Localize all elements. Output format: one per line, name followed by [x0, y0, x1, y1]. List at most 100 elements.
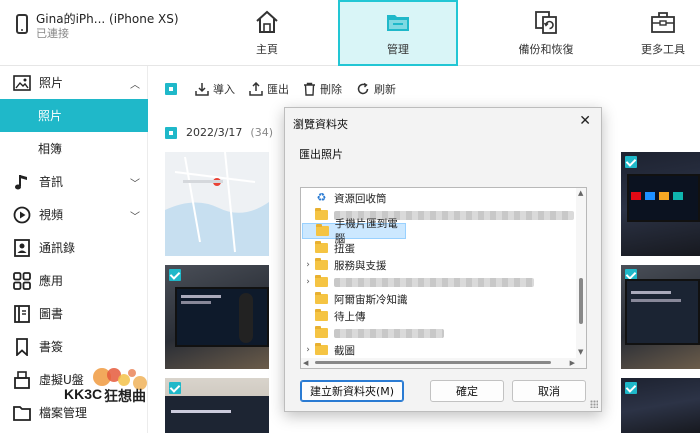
delete-label: 刪除	[320, 83, 342, 96]
scroll-left-icon[interactable]: ◀	[303, 359, 308, 367]
tab-tools-label: 更多工具	[641, 43, 685, 56]
sidebar-item-label: 通訊錄	[39, 241, 76, 255]
photo-thumbnail[interactable]	[165, 378, 269, 433]
scroll-right-icon[interactable]: ▶	[570, 359, 575, 367]
chevron-down-icon[interactable]: ﹀	[130, 208, 140, 223]
file-folder-icon	[13, 404, 31, 422]
vertical-scrollbar[interactable]: ▲ ▼	[576, 188, 586, 368]
sidebar-item-audio[interactable]: 音訊 ﹀	[0, 165, 148, 198]
usb-drive-icon	[13, 370, 31, 389]
photo-checkbox[interactable]	[625, 156, 637, 168]
sidebar-item-label: 照片	[38, 109, 63, 123]
tree-item-folder[interactable]	[301, 325, 577, 341]
image-icon	[13, 74, 31, 92]
dialog-description: 匯出照片	[299, 148, 343, 161]
sidebar-item-video[interactable]: 視頻 ﹀	[0, 198, 148, 231]
import-button[interactable]: 導入	[195, 81, 235, 97]
cancel-button[interactable]: 取消	[512, 380, 586, 402]
tree-item-folder-selected[interactable]: 手機片匯到電腦	[302, 218, 406, 245]
refresh-icon	[357, 82, 369, 95]
tree-item-recycle-bin[interactable]: ♻ 資源回收筒	[301, 190, 577, 206]
tree-item-folder[interactable]: 阿爾宙斯冷知識	[301, 291, 577, 307]
photo-checkbox[interactable]	[169, 382, 181, 394]
scroll-up-icon[interactable]: ▲	[578, 189, 583, 197]
toolbar: 導入 匯出 刪除 刷新	[165, 78, 396, 100]
close-icon[interactable]: ✕	[579, 113, 591, 129]
expand-arrow-icon[interactable]: ›	[301, 260, 315, 270]
folder-icon	[315, 258, 328, 270]
backup-restore-icon	[533, 9, 559, 35]
folder-icon	[315, 292, 328, 304]
sidebar-subitem-albums[interactable]: 相簿	[0, 132, 148, 165]
tab-home[interactable]: 主頁	[232, 0, 302, 66]
photo-checkbox[interactable]	[169, 269, 181, 281]
browse-folder-dialog: 瀏覽資料夾 ✕ 匯出照片 ♻ 資源回收筒 手機片匯到電腦 扭蛋 › 服務與支援	[284, 107, 602, 412]
chevron-up-icon[interactable]: ︿	[130, 76, 140, 91]
date-group-header: 2022/3/17 (34)	[165, 126, 273, 139]
resize-grip-icon[interactable]	[590, 400, 598, 408]
sidebar-item-contacts[interactable]: 通訊錄	[0, 231, 148, 264]
ok-button[interactable]: 確定	[430, 380, 504, 402]
tab-manage[interactable]: 管理	[338, 0, 458, 66]
refresh-button[interactable]: 刷新	[356, 81, 396, 97]
photo-thumbnail[interactable]	[165, 265, 269, 369]
photo-thumbnail[interactable]	[621, 265, 700, 369]
sidebar-item-label: 視頻	[39, 208, 64, 222]
folder-icon	[315, 309, 328, 321]
export-icon	[249, 82, 263, 96]
sidebar-item-photos[interactable]: 照片 ︿	[0, 66, 148, 99]
sidebar-item-bookmarks[interactable]: 書簽	[0, 330, 148, 363]
expand-arrow-icon[interactable]: ›	[301, 345, 315, 355]
top-bar: Gina的iPh... (iPhone XS) 已連接 主頁 管理 備份和恢復 …	[0, 0, 700, 66]
select-all-checkbox[interactable]	[165, 83, 177, 95]
folder-icon	[315, 208, 328, 220]
home-icon	[254, 9, 280, 35]
delete-button[interactable]: 刪除	[303, 81, 342, 97]
svg-text:KK3C: KK3C	[64, 386, 102, 402]
sidebar-subitem-photos[interactable]: 照片	[0, 99, 148, 132]
scroll-down-icon[interactable]: ▼	[578, 348, 583, 356]
group-count: (34)	[250, 126, 273, 139]
expand-arrow-icon[interactable]: ›	[301, 277, 315, 287]
device-status: 已連接	[36, 27, 69, 40]
photo-thumbnail[interactable]	[621, 152, 700, 256]
group-select-checkbox[interactable]	[165, 126, 177, 139]
photo-thumbnail[interactable]	[165, 152, 269, 256]
folder-icon	[316, 224, 329, 236]
tab-backup-restore[interactable]: 備份和恢復	[486, 0, 606, 66]
sidebar-item-books[interactable]: 圖書	[0, 297, 148, 330]
tree-item-label: 扭蛋	[334, 242, 355, 255]
export-label: 匯出	[267, 83, 289, 96]
trash-icon	[304, 82, 315, 96]
photo-thumbnail[interactable]	[621, 378, 700, 433]
tree-item-label: 資源回收筒	[334, 192, 387, 205]
folder-tree[interactable]: ♻ 資源回收筒 手機片匯到電腦 扭蛋 › 服務與支援 › 阿爾宙斯冷知識 待上傳…	[300, 187, 587, 369]
tree-item-folder[interactable]: ›	[301, 274, 577, 290]
folder-icon	[385, 9, 411, 35]
device-info[interactable]: Gina的iPh... (iPhone XS) 已連接	[16, 12, 179, 41]
tab-more-tools[interactable]: 更多工具	[626, 0, 700, 66]
new-folder-button[interactable]: 建立新資料夾(M)	[300, 380, 404, 402]
folder-icon	[315, 275, 328, 287]
tree-item-folder[interactable]: › 服務與支援	[301, 257, 577, 273]
scrollbar-thumb[interactable]	[315, 361, 551, 364]
scrollbar-thumb[interactable]	[579, 278, 583, 324]
tree-item-folder[interactable]: 扭蛋	[301, 240, 577, 256]
sidebar-item-label: 圖書	[39, 307, 64, 321]
horizontal-scrollbar[interactable]: ◀ ▶	[301, 358, 577, 368]
tree-item-folder[interactable]: 待上傳	[301, 308, 577, 324]
refresh-label: 刷新	[374, 83, 396, 96]
recycle-bin-icon: ♻	[316, 191, 327, 204]
sidebar-item-apps[interactable]: 應用	[0, 264, 148, 297]
tab-backup-label: 備份和恢復	[518, 43, 574, 56]
export-button[interactable]: 匯出	[249, 81, 289, 97]
tree-item-label: 阿爾宙斯冷知識	[334, 293, 408, 306]
folder-icon	[315, 326, 328, 338]
tab-manage-label: 管理	[387, 43, 409, 56]
chevron-down-icon[interactable]: ﹀	[130, 175, 140, 190]
tree-item-label: 待上傳	[334, 310, 366, 323]
photo-checkbox[interactable]	[625, 382, 637, 394]
tree-item-folder[interactable]: › 截圖	[301, 342, 577, 358]
bookmark-icon	[13, 337, 31, 356]
sidebar-item-label: 音訊	[39, 175, 64, 189]
